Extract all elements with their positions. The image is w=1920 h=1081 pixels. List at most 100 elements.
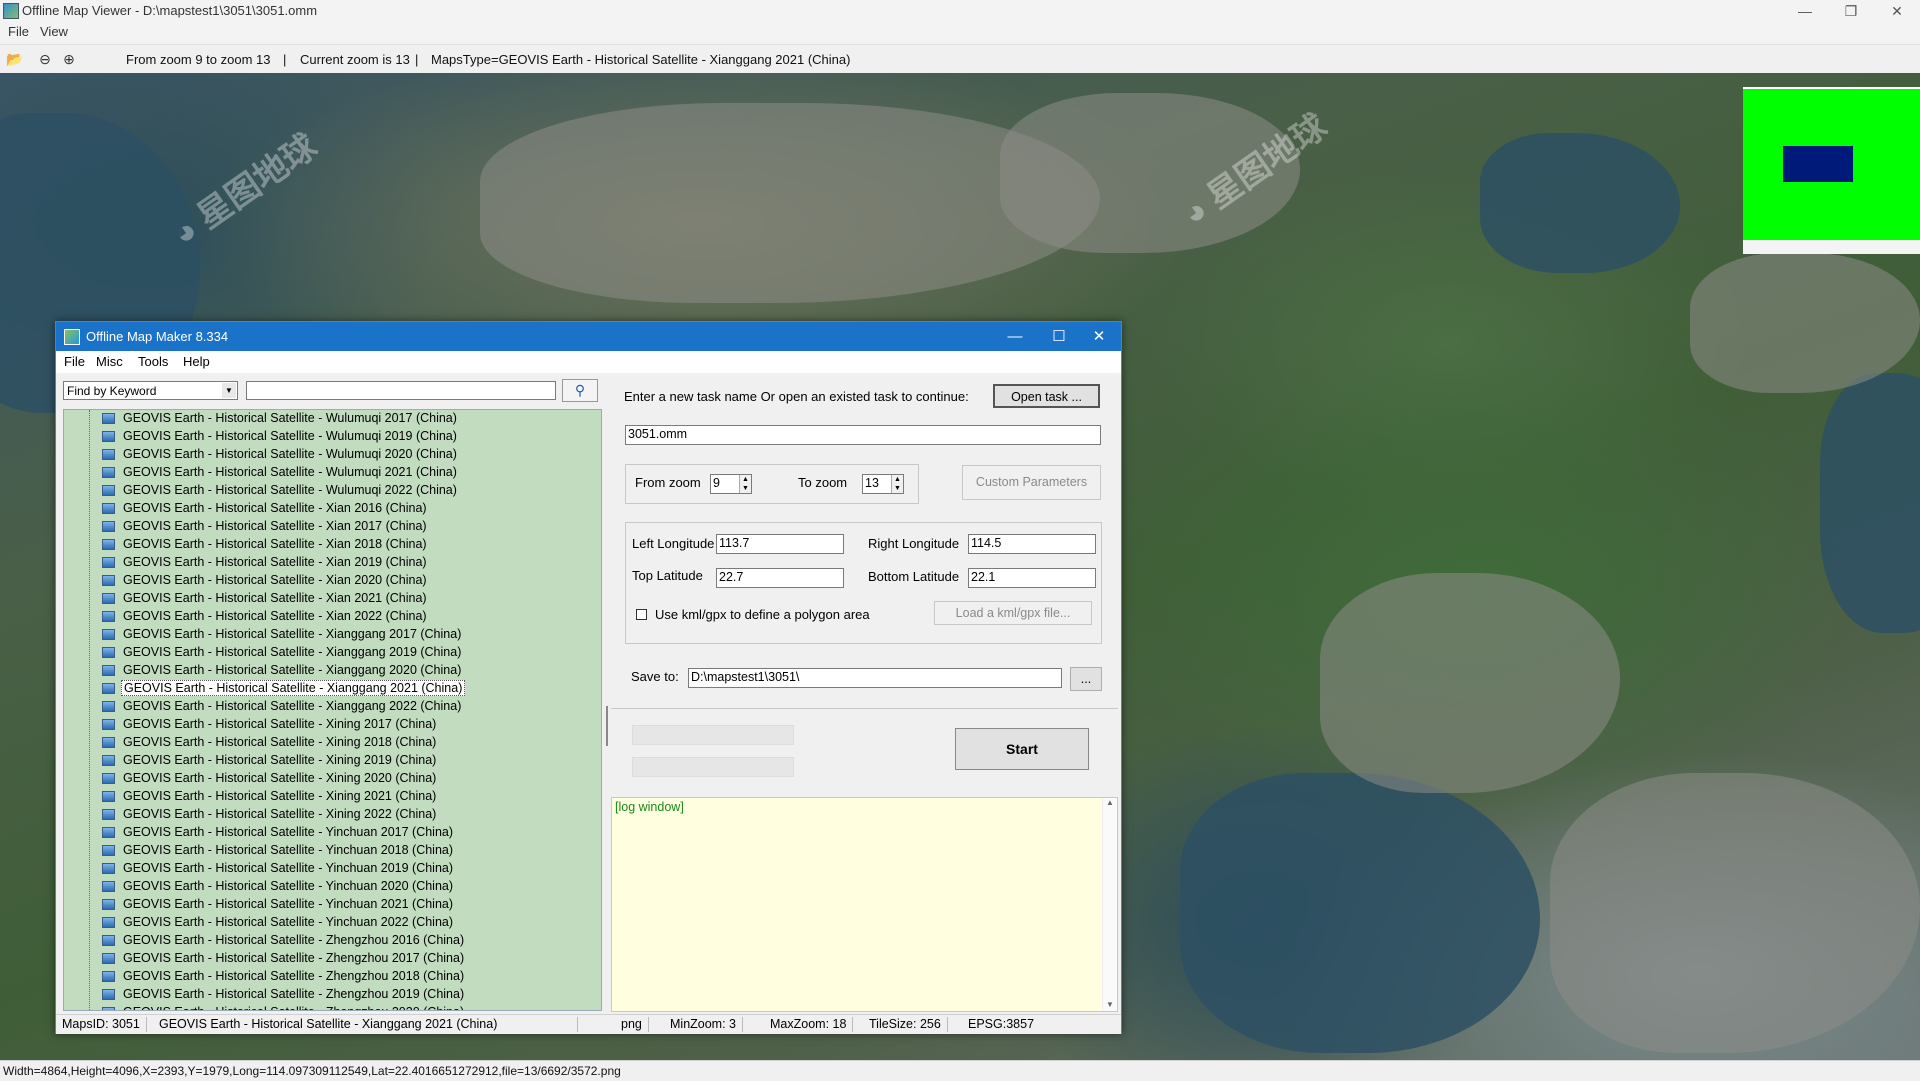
close-icon[interactable]: ✕	[1874, 0, 1920, 22]
dialog-titlebar[interactable]: Offline Map Maker 8.334 — ☐ ✕	[56, 322, 1121, 351]
map-layer-icon	[102, 791, 115, 802]
tree-item[interactable]: GEOVIS Earth - Historical Satellite - Wu…	[64, 464, 601, 482]
viewer-title: Offline Map Viewer - D:\mapstest1\3051\3…	[22, 3, 318, 18]
open-task-button[interactable]: Open task ...	[993, 384, 1100, 408]
find-mode-value: Find by Keyword	[67, 384, 157, 398]
tree-item[interactable]: GEOVIS Earth - Historical Satellite - Zh…	[64, 932, 601, 950]
map-layer-icon	[102, 449, 115, 460]
zoom-in-icon[interactable]: ⊕	[60, 50, 78, 68]
log-scrollbar[interactable]: ▲ ▼	[1102, 798, 1117, 1011]
viewer-statusbar: Width=4864,Height=4096,X=2393,Y=1979,Lon…	[0, 1060, 1920, 1081]
tree-item-label: GEOVIS Earth - Historical Satellite - Xi…	[123, 519, 427, 533]
tree-item[interactable]: GEOVIS Earth - Historical Satellite - Xi…	[64, 500, 601, 518]
tree-item[interactable]: GEOVIS Earth - Historical Satellite - Xi…	[64, 536, 601, 554]
tree-item[interactable]: GEOVIS Earth - Historical Satellite - Xi…	[64, 608, 601, 626]
maximize-icon[interactable]: ☐	[1037, 322, 1081, 351]
tree-item[interactable]: GEOVIS Earth - Historical Satellite - Zh…	[64, 968, 601, 986]
tree-item[interactable]: GEOVIS Earth - Historical Satellite - Xi…	[64, 590, 601, 608]
minimize-icon[interactable]: —	[993, 322, 1037, 351]
map-layer-icon	[102, 683, 115, 694]
tree-item[interactable]: GEOVIS Earth - Historical Satellite - Xi…	[64, 572, 601, 590]
tree-item[interactable]: GEOVIS Earth - Historical Satellite - Zh…	[64, 1004, 601, 1010]
tree-item[interactable]: GEOVIS Earth - Historical Satellite - Wu…	[64, 410, 601, 428]
tree-item[interactable]: GEOVIS Earth - Historical Satellite - Yi…	[64, 914, 601, 932]
tree-item-label: GEOVIS Earth - Historical Satellite - Xi…	[123, 699, 462, 713]
maps-tree[interactable]: GEOVIS Earth - Historical Satellite - Wu…	[63, 409, 602, 1011]
progress-bar-total	[632, 725, 794, 745]
tree-item[interactable]: GEOVIS Earth - Historical Satellite - Xi…	[64, 698, 601, 716]
watermark-logo: ◕ 星图地球	[166, 127, 324, 254]
minimize-icon[interactable]: —	[1782, 0, 1828, 22]
tree-item-label: GEOVIS Earth - Historical Satellite - Wu…	[123, 465, 457, 479]
tree-item[interactable]: GEOVIS Earth - Historical Satellite - Xi…	[64, 734, 601, 752]
tree-item[interactable]: GEOVIS Earth - Historical Satellite - Xi…	[64, 626, 601, 644]
divider	[611, 708, 1118, 709]
map-layer-icon	[102, 773, 115, 784]
spin-arrows-icon[interactable]: ▲ ▼	[891, 475, 903, 493]
left-longitude-input[interactable]: 113.7	[716, 534, 844, 554]
top-latitude-input[interactable]: 22.7	[716, 568, 844, 588]
minimap-viewport-box[interactable]	[1783, 146, 1853, 182]
tree-item[interactable]: GEOVIS Earth - Historical Satellite - Xi…	[64, 554, 601, 572]
menu-tools[interactable]: Tools	[138, 354, 168, 369]
toolbar-separator: |	[415, 52, 419, 67]
map-layer-icon	[102, 737, 115, 748]
tree-item[interactable]: GEOVIS Earth - Historical Satellite - Yi…	[64, 878, 601, 896]
panel-splitter[interactable]	[603, 409, 611, 1011]
search-input[interactable]	[246, 381, 556, 400]
right-longitude-input[interactable]: 114.5	[968, 534, 1096, 554]
tree-item-label: GEOVIS Earth - Historical Satellite - Xi…	[123, 753, 437, 767]
status-maps-id: MapsID: 3051	[62, 1017, 147, 1032]
tree-item[interactable]: GEOVIS Earth - Historical Satellite - Xi…	[64, 644, 601, 662]
tree-item-label: GEOVIS Earth - Historical Satellite - Yi…	[123, 825, 454, 839]
tree-item[interactable]: GEOVIS Earth - Historical Satellite - Xi…	[64, 770, 601, 788]
tree-item[interactable]: GEOVIS Earth - Historical Satellite - Yi…	[64, 824, 601, 842]
custom-parameters-button[interactable]: Custom Parameters	[962, 465, 1101, 500]
tree-item[interactable]: GEOVIS Earth - Historical Satellite - Yi…	[64, 842, 601, 860]
find-mode-select[interactable]: Find by Keyword ▼	[63, 381, 238, 400]
use-kml-checkbox[interactable]	[636, 609, 647, 620]
tree-item[interactable]: GEOVIS Earth - Historical Satellite - Xi…	[64, 806, 601, 824]
menu-file[interactable]: File	[64, 354, 85, 369]
tree-item[interactable]: GEOVIS Earth - Historical Satellite - Zh…	[64, 950, 601, 968]
map-layer-icon	[102, 413, 115, 424]
restore-icon[interactable]: ❐	[1828, 0, 1874, 22]
tree-item[interactable]: GEOVIS Earth - Historical Satellite - Xi…	[64, 518, 601, 536]
log-window[interactable]: [log window] ▲ ▼	[611, 797, 1118, 1012]
start-button[interactable]: Start	[955, 728, 1089, 770]
status-min-zoom: MinZoom: 3	[670, 1017, 743, 1032]
tree-item[interactable]: GEOVIS Earth - Historical Satellite - Wu…	[64, 482, 601, 500]
menu-help[interactable]: Help	[183, 354, 210, 369]
spin-arrows-icon[interactable]: ▲ ▼	[739, 475, 751, 493]
map-layer-icon	[102, 665, 115, 676]
bottom-latitude-input[interactable]: 22.1	[968, 568, 1096, 588]
tree-item[interactable]: GEOVIS Earth - Historical Satellite - Yi…	[64, 860, 601, 878]
search-button[interactable]: ⚲	[562, 379, 598, 402]
tree-item[interactable]: GEOVIS Earth - Historical Satellite - Wu…	[64, 428, 601, 446]
tree-item[interactable]: GEOVIS Earth - Historical Satellite - Xi…	[64, 662, 601, 680]
tree-item[interactable]: GEOVIS Earth - Historical Satellite - Yi…	[64, 896, 601, 914]
tree-item-label: GEOVIS Earth - Historical Satellite - Zh…	[121, 1005, 466, 1010]
tree-item[interactable]: GEOVIS Earth - Historical Satellite - Xi…	[64, 716, 601, 734]
load-kml-button[interactable]: Load a kml/gpx file...	[934, 601, 1092, 625]
tree-item[interactable]: GEOVIS Earth - Historical Satellite - Xi…	[64, 788, 601, 806]
tree-item[interactable]: GEOVIS Earth - Historical Satellite - Xi…	[64, 752, 601, 770]
task-name-input[interactable]: 3051.omm	[625, 425, 1101, 445]
browse-button[interactable]: ...	[1070, 667, 1102, 691]
tree-item[interactable]: GEOVIS Earth - Historical Satellite - Xi…	[64, 680, 601, 698]
to-zoom-stepper[interactable]: 13 ▲ ▼	[862, 474, 904, 494]
open-folder-icon[interactable]: 📂	[6, 50, 24, 68]
close-icon[interactable]: ✕	[1077, 322, 1121, 351]
tree-item-label: GEOVIS Earth - Historical Satellite - Wu…	[123, 429, 457, 443]
zoom-out-icon[interactable]: ⊖	[36, 50, 54, 68]
from-zoom-stepper[interactable]: 9 ▲ ▼	[710, 474, 752, 494]
splitter-grip[interactable]	[606, 706, 608, 746]
tree-item-label: GEOVIS Earth - Historical Satellite - Yi…	[123, 879, 454, 893]
menu-misc[interactable]: Misc	[96, 354, 123, 369]
menu-view[interactable]: View	[40, 24, 68, 39]
menu-file[interactable]: File	[8, 24, 29, 39]
right-longitude-label: Right Longitude	[868, 536, 960, 551]
tree-item[interactable]: GEOVIS Earth - Historical Satellite - Wu…	[64, 446, 601, 464]
save-to-input[interactable]: D:\mapstest1\3051\	[688, 668, 1062, 688]
tree-item[interactable]: GEOVIS Earth - Historical Satellite - Zh…	[64, 986, 601, 1004]
